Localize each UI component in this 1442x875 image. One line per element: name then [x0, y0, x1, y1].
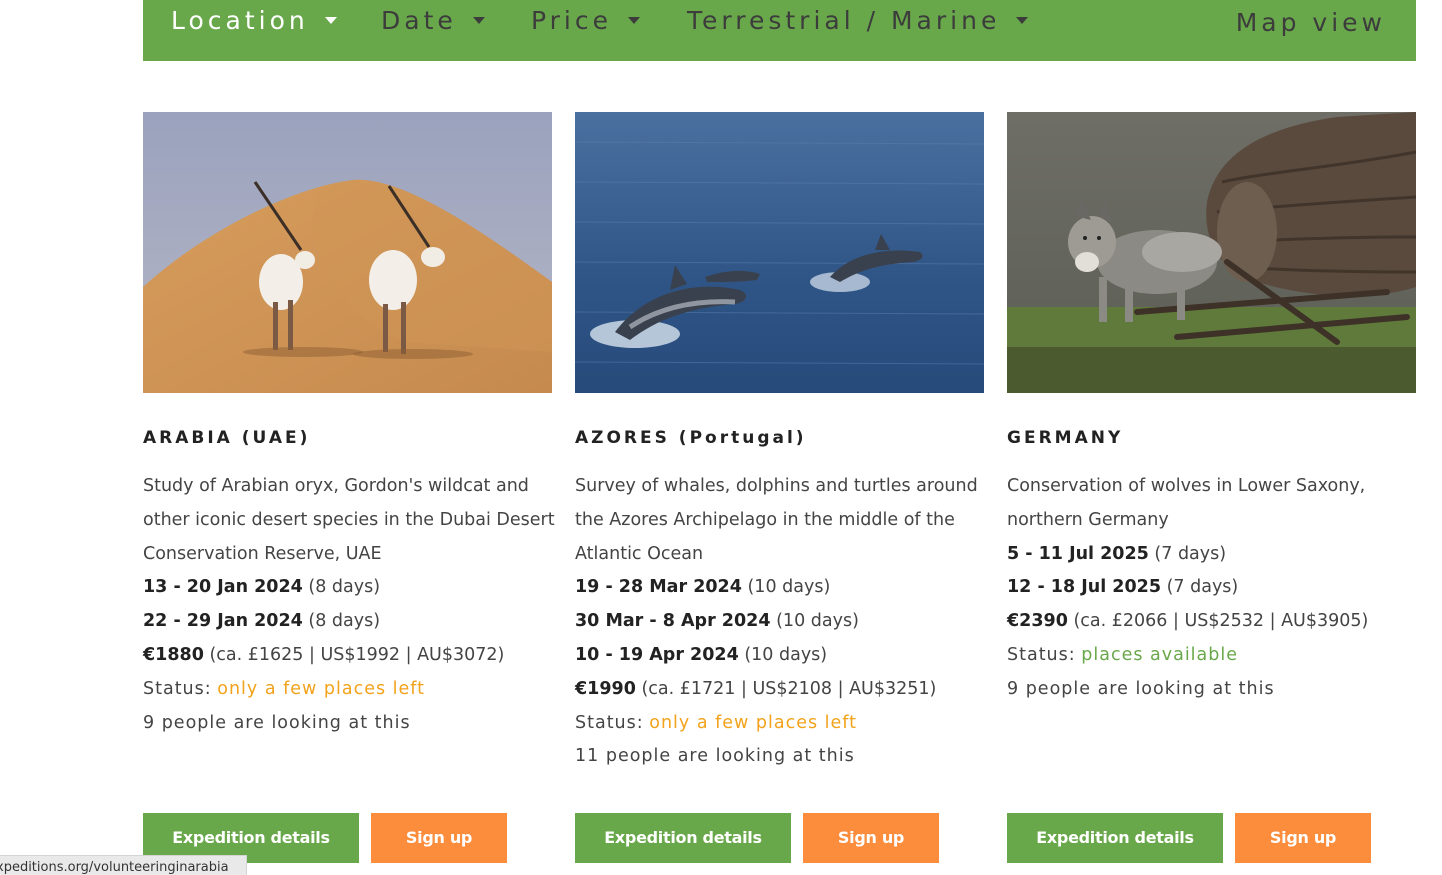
map-view-link[interactable]: Map view	[1236, 8, 1386, 37]
expedition-info: Survey of whales, dolphins and turtles a…	[575, 470, 984, 774]
status-label: Status:	[143, 678, 212, 699]
date-line: 30 Mar - 8 Apr 2024 (10 days)	[575, 605, 984, 639]
price-line: €1990 (ca. £1721 | US$2108 | AU$3251)	[575, 673, 984, 707]
date-duration: (10 days)	[747, 577, 831, 598]
caret-down-icon	[1016, 16, 1029, 24]
price-conversions: (ca. £1721 | US$2108 | AU$3251)	[641, 678, 937, 699]
date-range: 5 - 11 Jul 2025	[1007, 543, 1149, 564]
looking-count: 9 people are looking at this	[143, 712, 411, 733]
date-range: 19 - 28 Mar 2024	[575, 577, 742, 598]
caret-down-icon	[324, 16, 337, 24]
date-line: 22 - 29 Jan 2024 (8 days)	[143, 605, 552, 639]
caret-down-icon	[472, 16, 485, 24]
expedition-card-arabia: ARABIA (UAE) Study of Arabian oryx, Gord…	[143, 112, 555, 874]
price-line: €2390 (ca. £2066 | US$2532 | AU$3905)	[1007, 605, 1416, 639]
status-label: Status:	[575, 712, 644, 733]
description-line: Conservation Reserve, UAE	[143, 543, 382, 564]
sign-up-button[interactable]: Sign up	[371, 813, 507, 863]
status-line: Status: only a few places left	[143, 673, 552, 707]
date-line: 10 - 19 Apr 2024 (10 days)	[575, 639, 984, 673]
expedition-description: Conservation of wolves in Lower Saxony, …	[1007, 470, 1407, 538]
status-line: Status: places available	[1007, 639, 1416, 673]
filter-location-label: Location	[171, 6, 309, 35]
description-line: the Azores Archipelago in the middle of …	[575, 509, 955, 530]
date-line: 13 - 20 Jan 2024 (8 days)	[143, 571, 552, 605]
description-line: northern Germany	[1007, 509, 1169, 530]
status-value: only a few places left	[217, 678, 426, 699]
expedition-title: AZORES (Portugal)	[575, 428, 807, 448]
expedition-title: ARABIA (UAE)	[143, 428, 311, 448]
expedition-card-germany: GERMANY Conservation of wolves in Lower …	[1007, 112, 1416, 874]
date-line: 5 - 11 Jul 2025 (7 days)	[1007, 538, 1416, 572]
description-line: Conservation of wolves in Lower Saxony,	[1007, 476, 1366, 496]
description-line: other iconic desert species in the Dubai…	[143, 509, 555, 530]
filter-date-label: Date	[381, 6, 457, 35]
status-value: only a few places left	[649, 712, 858, 733]
price-conversions: (ca. £2066 | US$2532 | AU$3905)	[1073, 611, 1369, 632]
status-url: xpeditions.org/volunteeringinarabia	[0, 860, 229, 875]
date-duration: (7 days)	[1166, 577, 1239, 598]
date-range: 22 - 29 Jan 2024	[143, 611, 303, 632]
looking-count: 11 people are looking at this	[575, 746, 855, 767]
description-line: Study of Arabian oryx, Gordon's wildcat …	[143, 476, 529, 496]
date-duration: (10 days)	[776, 611, 859, 632]
date-line: 19 - 28 Mar 2024 (10 days)	[575, 571, 984, 605]
date-duration: (8 days)	[308, 577, 381, 598]
price-line: €1880 (ca. £1625 | US$1992 | AU$3072)	[143, 639, 552, 673]
date-duration: (10 days)	[744, 644, 828, 665]
date-range: 30 Mar - 8 Apr 2024	[575, 611, 771, 632]
oryx-desert-photo[interactable]	[143, 112, 552, 393]
sign-up-button[interactable]: Sign up	[1235, 813, 1371, 863]
expedition-card-azores: AZORES (Portugal) Survey of whales, dolp…	[575, 112, 984, 874]
price: €2390	[1007, 611, 1068, 632]
dolphins-ocean-photo[interactable]	[575, 112, 984, 393]
date-range: 12 - 18 Jul 2025	[1007, 577, 1162, 598]
expedition-description: Study of Arabian oryx, Gordon's wildcat …	[143, 470, 555, 571]
date-line: 12 - 18 Jul 2025 (7 days)	[1007, 571, 1416, 605]
filter-location[interactable]: Location	[171, 6, 337, 35]
date-range: 13 - 20 Jan 2024	[143, 577, 303, 598]
expedition-info: Conservation of wolves in Lower Saxony, …	[1007, 470, 1416, 707]
description-line: Survey of whales, dolphins and turtles a…	[575, 476, 978, 496]
looking-count: 9 people are looking at this	[1007, 678, 1275, 699]
filter-terrestrial-marine[interactable]: Terrestrial / Marine	[687, 6, 1029, 35]
sign-up-button[interactable]: Sign up	[803, 813, 939, 863]
date-duration: (8 days)	[308, 611, 381, 632]
expedition-title: GERMANY	[1007, 428, 1124, 448]
caret-down-icon	[627, 16, 640, 24]
wolf-forest-photo[interactable]	[1007, 112, 1416, 393]
date-duration: (7 days)	[1154, 543, 1227, 564]
expedition-details-button[interactable]: Expedition details	[1007, 813, 1223, 863]
price: €1990	[575, 678, 636, 699]
link-status-bar: xpeditions.org/volunteeringinarabia	[0, 855, 247, 875]
status-value: places available	[1081, 644, 1239, 665]
status-line: Status: only a few places left	[575, 707, 984, 741]
expedition-description: Survey of whales, dolphins and turtles a…	[575, 470, 978, 571]
price: €1880	[143, 644, 204, 665]
status-label: Status:	[1007, 644, 1076, 665]
filter-date[interactable]: Date	[381, 6, 485, 35]
expedition-details-button[interactable]: Expedition details	[575, 813, 791, 863]
filter-price-label: Price	[531, 6, 612, 35]
expedition-info: Study of Arabian oryx, Gordon's wildcat …	[143, 470, 555, 740]
price-conversions: (ca. £1625 | US$1992 | AU$3072)	[209, 644, 505, 665]
date-range: 10 - 19 Apr 2024	[575, 644, 739, 665]
filter-bar: Location Date Price Terrestrial / Marine…	[143, 0, 1416, 61]
filter-terrestrial-marine-label: Terrestrial / Marine	[687, 6, 1001, 35]
filter-price[interactable]: Price	[531, 6, 640, 35]
description-line: Atlantic Ocean	[575, 543, 704, 564]
